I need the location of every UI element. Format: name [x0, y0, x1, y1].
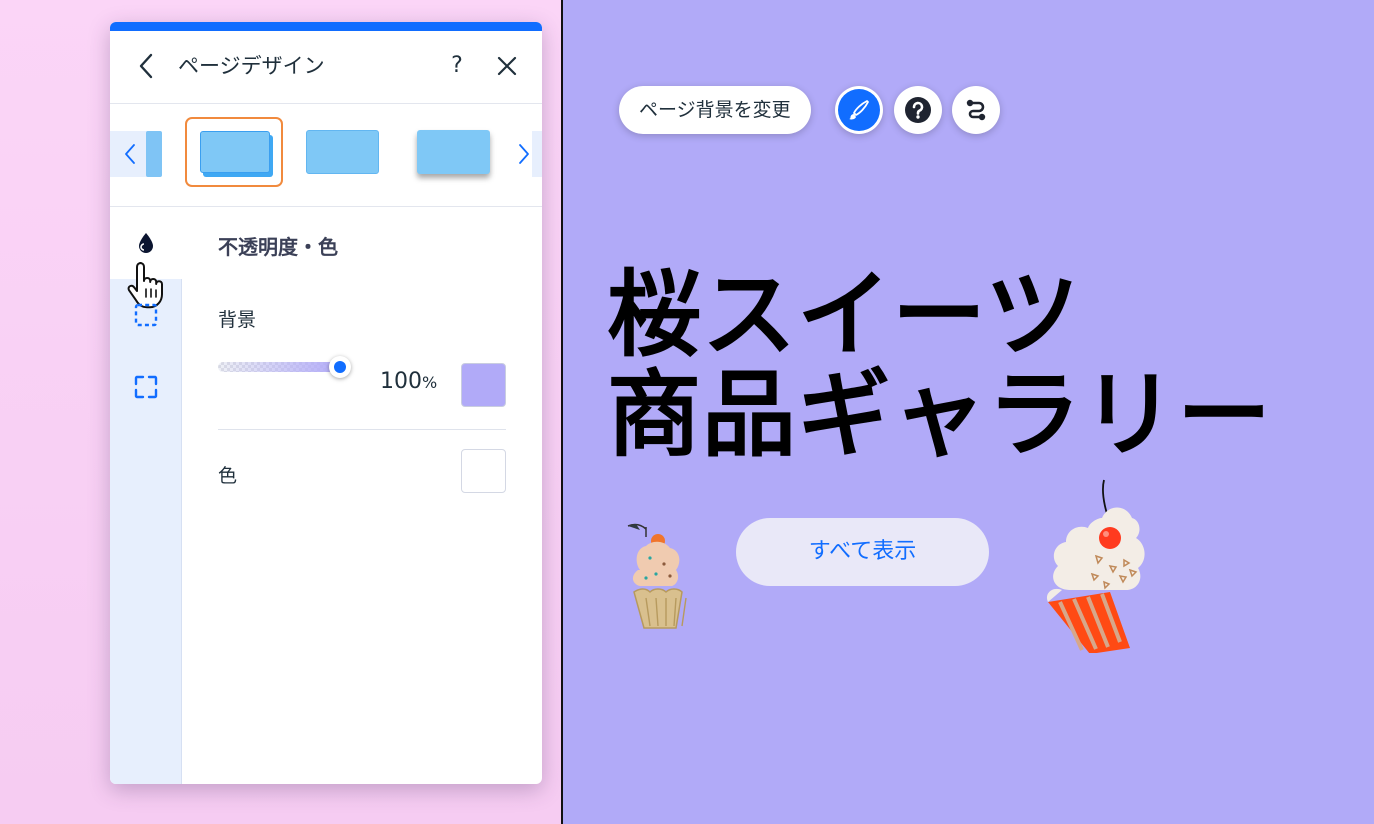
gallery-headline[interactable]: 桜スイーツ 商品ギャラリー [607, 266, 1272, 466]
preset-card [306, 130, 379, 174]
headline-line-1: 桜スイーツ [607, 261, 1081, 370]
tab-corners[interactable] [110, 351, 182, 423]
design-preset-3[interactable] [408, 117, 506, 187]
background-label: 背景 [218, 309, 257, 331]
drop-icon [139, 233, 153, 253]
cupcake-illustration[interactable] [620, 518, 710, 638]
tab-border[interactable] [110, 279, 182, 351]
connect-button[interactable] [952, 86, 1000, 134]
panel-title: ページデザイン [178, 54, 325, 78]
opacity-value: 100% [380, 369, 437, 394]
section-title: 不透明度・色 [218, 235, 338, 259]
design-preset-partial[interactable] [532, 131, 542, 177]
design-presets-carousel [110, 104, 542, 207]
brush-icon [849, 100, 869, 120]
ice-cream-cone-illustration[interactable] [1040, 478, 1150, 653]
design-button[interactable] [835, 86, 883, 134]
color-label: 色 [218, 465, 238, 487]
design-preset-2[interactable] [295, 117, 393, 187]
slider-track [218, 362, 343, 372]
change-page-background-button[interactable]: ページ背景を変更 [619, 86, 811, 134]
background-color-swatch[interactable] [461, 363, 506, 407]
help-button[interactable]: ? [444, 52, 470, 80]
design-preset-partial[interactable] [146, 131, 162, 177]
carousel-prev-button[interactable] [110, 131, 150, 177]
show-all-button[interactable]: すべて表示 [736, 518, 989, 586]
panel-side-rail [110, 207, 182, 784]
slider-handle[interactable] [329, 356, 351, 378]
path-icon [966, 99, 986, 121]
question-icon [905, 97, 931, 123]
design-preset-1[interactable] [185, 117, 283, 187]
back-button[interactable] [132, 52, 160, 80]
color-swatch[interactable] [461, 449, 506, 493]
dashed-frame-icon [134, 303, 158, 327]
panel-accent-bar [110, 22, 542, 31]
preset-card [417, 130, 490, 174]
design-button-fill [838, 89, 880, 131]
opacity-number: 100 [380, 369, 422, 394]
corners-frame-icon [134, 375, 158, 399]
page-design-panel: ページデザイン ? 不透明度・色 背景 100% 色 [110, 22, 542, 784]
preset-card [200, 131, 270, 173]
divider [218, 429, 506, 430]
panel-header: ページデザイン ? [110, 31, 542, 104]
opacity-slider[interactable] [218, 353, 354, 381]
headline-line-2: 商品ギャラリー [607, 361, 1273, 470]
chevron-right-icon [519, 144, 529, 164]
close-button[interactable] [493, 52, 521, 80]
opacity-unit: % [422, 373, 438, 392]
chevron-left-icon [125, 144, 135, 164]
close-icon [497, 56, 517, 76]
help-circle-button[interactable] [894, 86, 942, 134]
chevron-left-icon [139, 53, 153, 79]
